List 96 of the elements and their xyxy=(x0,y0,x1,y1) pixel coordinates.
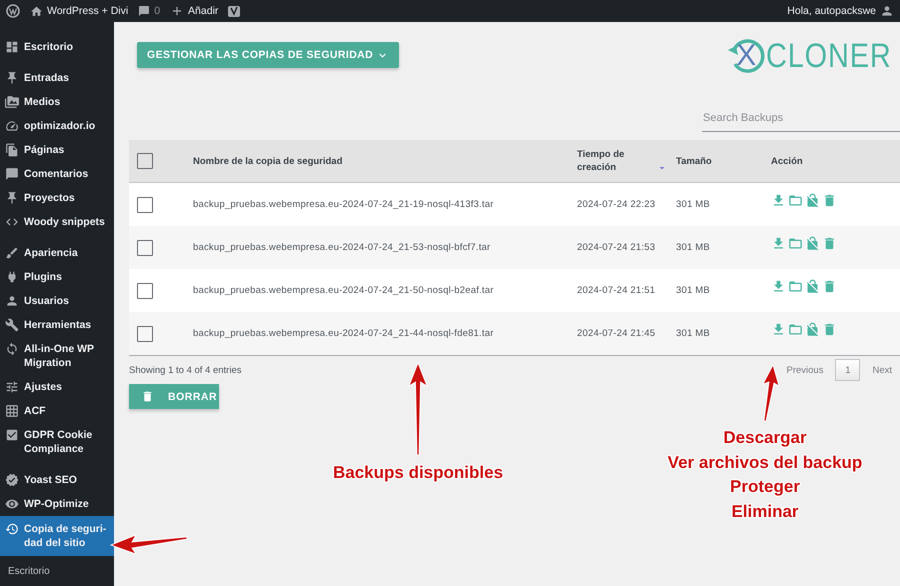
folder-icon[interactable] xyxy=(788,193,803,208)
site-link[interactable]: WordPress + Divi xyxy=(30,4,128,18)
menu-item[interactable]: ACF xyxy=(0,399,114,423)
table-cell-text: 2024-07-24 22:23 xyxy=(577,199,656,210)
trash-icon[interactable] xyxy=(822,279,837,294)
column-header[interactable]: Acción xyxy=(771,154,892,168)
badge-icon xyxy=(5,473,19,487)
column-header[interactable]: Tiempo de creación xyxy=(577,148,668,174)
entries-summary: Showing 1 to 4 of 4 entries xyxy=(129,364,242,376)
menu-item[interactable]: Usuarios xyxy=(0,289,114,313)
arrow xyxy=(762,364,780,422)
user-greeting[interactable]: Hola, autopackswe xyxy=(787,4,894,18)
table-cell-text: 301 MB xyxy=(676,285,711,296)
table-cell-text: 301 MB xyxy=(676,242,711,253)
folder-icon[interactable] xyxy=(788,236,803,251)
comment-icon xyxy=(5,167,19,181)
menu-item[interactable]: Plugins xyxy=(0,265,114,289)
user-icon xyxy=(880,4,894,18)
folder-icon[interactable] xyxy=(788,279,803,294)
trash-icon[interactable] xyxy=(822,322,837,337)
download-icon[interactable] xyxy=(771,193,786,208)
media-icon xyxy=(5,95,19,109)
previous-link[interactable]: Previous xyxy=(786,364,824,376)
search-field[interactable]: Search Backups xyxy=(702,105,900,132)
logo-text: CLONER xyxy=(766,36,892,76)
column-header[interactable]: Tamaño xyxy=(676,154,763,168)
history-icon xyxy=(5,522,19,536)
comment-icon xyxy=(138,5,150,17)
pin-icon xyxy=(5,71,19,85)
page-button[interactable]: 1 xyxy=(835,359,860,381)
wrench-icon xyxy=(5,318,19,332)
annotation-text: Proteger xyxy=(730,476,800,498)
column-header[interactable]: Nombre de la copia de seguridad xyxy=(193,154,569,168)
menu-item[interactable]: Páginas xyxy=(0,138,114,162)
eye-icon xyxy=(5,497,19,511)
menu-item[interactable]: Proyectos xyxy=(0,186,114,210)
lock-off-icon[interactable] xyxy=(805,279,820,294)
menu-item[interactable]: Copia de seguri-dad del sitio xyxy=(0,516,114,556)
new-link[interactable]: Añadir xyxy=(170,4,218,18)
menu-item[interactable]: GDPR Cookie Compliance xyxy=(0,423,114,461)
menu-item[interactable]: WP-Optimize xyxy=(0,492,114,516)
trash-icon[interactable] xyxy=(822,236,837,251)
row-checkbox[interactable] xyxy=(137,282,153,298)
table-cell-text: backup_pruebas.webempresa.eu-2024-07-24_21-50-nosql-b2eaf.tar xyxy=(193,285,495,296)
menu-item[interactable]: Comentarios xyxy=(0,162,114,186)
logo-icon[interactable] xyxy=(6,4,20,18)
menu-item[interactable]: Medios xyxy=(0,90,114,114)
grid-icon xyxy=(5,404,19,418)
menu-item[interactable]: Ajustes xyxy=(0,375,114,399)
table-cell-text: backup_pruebas.webempresa.eu-2024-07-24_21-19-nosql-413f3.tar xyxy=(193,199,495,210)
sync-icon xyxy=(5,342,19,356)
trash-icon[interactable] xyxy=(822,193,837,208)
folder-icon[interactable] xyxy=(788,322,803,337)
row-checkbox[interactable] xyxy=(137,196,153,212)
table-cell-text: 2024-07-24 21:53 xyxy=(577,242,656,253)
checkbox-icon xyxy=(5,428,19,442)
brush-icon xyxy=(5,246,19,260)
table-cell-text: 301 MB xyxy=(676,199,711,210)
download-icon[interactable] xyxy=(771,236,786,251)
user-icon xyxy=(5,294,19,308)
row-checkbox[interactable] xyxy=(137,326,153,342)
lock-off-icon[interactable] xyxy=(805,236,820,251)
select-all-checkbox[interactable] xyxy=(137,153,153,169)
trash-icon xyxy=(141,390,154,403)
next-link[interactable]: Next xyxy=(872,364,892,376)
menu-item[interactable]: Apariencia xyxy=(0,241,114,265)
menu-item[interactable]: optimizador.io xyxy=(0,114,114,138)
annotation-text: Eliminar xyxy=(731,500,799,522)
gauge-icon xyxy=(5,119,19,133)
home-icon xyxy=(30,4,43,18)
table-cell-text: backup_pruebas.webempresa.eu-2024-07-24_21-53-nosql-bfcf7.tar xyxy=(193,242,492,253)
lock-off-icon[interactable] xyxy=(805,193,820,208)
lock-off-icon[interactable] xyxy=(805,322,820,337)
table-cell-text: 2024-07-24 21:51 xyxy=(577,285,656,296)
menu-item[interactable]: All-in-One WP Migration xyxy=(0,337,114,375)
download-icon[interactable] xyxy=(771,322,786,337)
download-icon[interactable] xyxy=(771,279,786,294)
pin-icon xyxy=(5,191,19,205)
annotation-text: Backups disponibles xyxy=(332,462,504,484)
comments-link[interactable]: 0 xyxy=(138,5,160,17)
menu-item[interactable]: Woody snippets xyxy=(0,210,114,234)
logo-mark: X xyxy=(726,36,766,76)
pages-icon xyxy=(5,143,19,157)
menu-item[interactable]: Escritorio xyxy=(0,35,114,59)
annotation-text: Descargar xyxy=(723,427,807,449)
menu-item[interactable]: Herramientas xyxy=(0,313,114,337)
menu-item[interactable]: Entradas xyxy=(0,66,114,90)
sliders-icon xyxy=(5,380,19,394)
menu-item[interactable]: Yoast SEO xyxy=(0,468,114,492)
annotation-text: Ver archivos del backup xyxy=(668,452,862,474)
row-checkbox[interactable] xyxy=(137,240,153,256)
table-cell-text: 301 MB xyxy=(676,328,711,339)
table-cell-text: backup_pruebas.webempresa.eu-2024-07-24_21-44-nosql-fde81.tar xyxy=(193,328,495,339)
submenu-item[interactable]: Escritorio xyxy=(0,563,114,577)
dashboard-icon xyxy=(5,40,19,54)
table-cell-text: 2024-07-24 21:45 xyxy=(577,328,656,339)
